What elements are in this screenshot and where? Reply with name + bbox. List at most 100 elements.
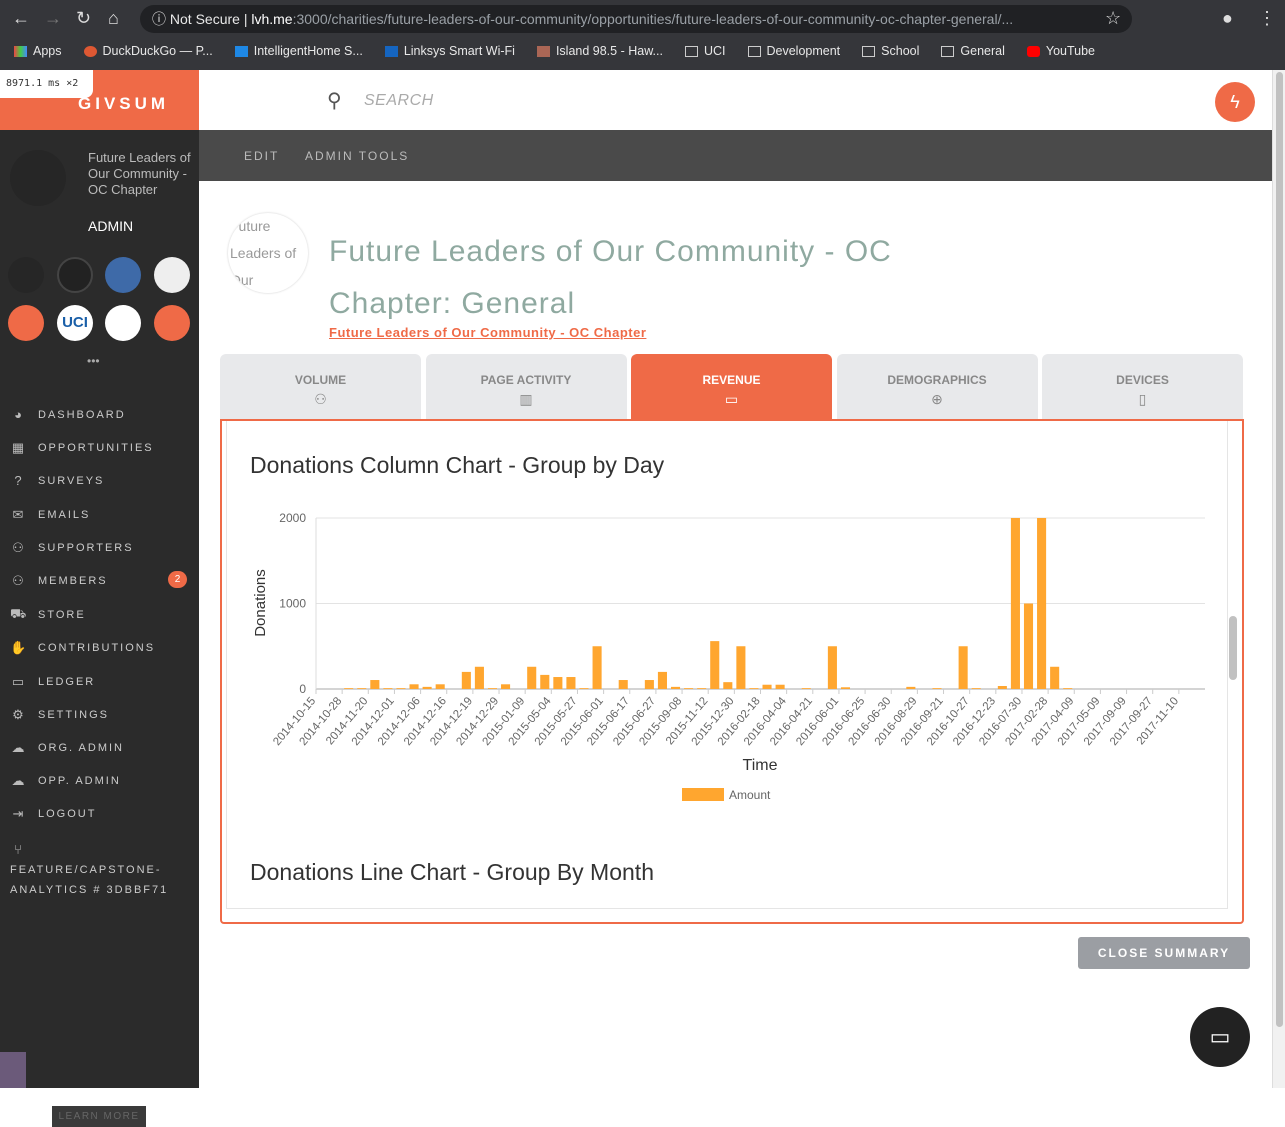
lightning-icon[interactable]: ϟ bbox=[1215, 82, 1255, 122]
org-role: ADMIN bbox=[88, 218, 134, 234]
sidebar-item-opportunities[interactable]: ▦ OPPORTUNITIES bbox=[10, 440, 154, 456]
column-chart-title: Donations Column Chart - Group by Day bbox=[250, 452, 665, 478]
building-icon: ▦ bbox=[11, 440, 27, 456]
tab-label: PAGE ACTIVITY bbox=[480, 373, 572, 387]
user-avatar[interactable] bbox=[0, 1052, 26, 1088]
scrollbar[interactable] bbox=[1272, 70, 1285, 1088]
org-link[interactable]: Future Leaders of Our Community - OC Cha… bbox=[329, 325, 646, 340]
bar bbox=[501, 684, 511, 689]
org-avatar[interactable] bbox=[10, 150, 66, 206]
bookmark-folder[interactable]: UCI bbox=[684, 44, 726, 58]
bookmark[interactable]: Linksys Smart Wi-Fi bbox=[384, 44, 515, 58]
mail-icon: ✉ bbox=[12, 506, 26, 522]
people-icon: ⚇ bbox=[12, 539, 26, 555]
sidebar-item-members[interactable]: ⚇ MEMBERS bbox=[10, 573, 108, 589]
org-avatar[interactable] bbox=[154, 257, 190, 293]
bars-icon: ▥ bbox=[519, 391, 533, 407]
sidebar-item-org-admin[interactable]: ☁ ORG. ADMIN bbox=[10, 740, 124, 756]
sidebar-item-logout[interactable]: ⇥ LOGOUT bbox=[10, 806, 96, 822]
bookmark-folder[interactable]: General bbox=[941, 44, 1005, 58]
org-avatar[interactable] bbox=[154, 305, 190, 341]
learn-more-button[interactable]: LEARN MORE bbox=[52, 1106, 146, 1127]
globe-icon: ⊕ bbox=[931, 391, 943, 407]
address-bar[interactable]: ⓘ Not Secure | lvh.me:3000/charities/fut… bbox=[140, 5, 1132, 33]
tab-devices[interactable]: DEVICES ▯ bbox=[1042, 354, 1243, 419]
sidebar-item-settings[interactable]: ⚙ SETTINGS bbox=[10, 707, 109, 723]
bookmark-folder[interactable]: Development bbox=[747, 44, 840, 58]
bar bbox=[932, 688, 942, 689]
tab-page-activity[interactable]: PAGE ACTIVITY ▥ bbox=[425, 354, 627, 419]
panel-scrollbar-thumb[interactable] bbox=[1229, 616, 1237, 680]
reload-icon[interactable]: ↻ bbox=[76, 8, 91, 29]
sidebar-item-label: OPP. ADMIN bbox=[38, 775, 121, 788]
bookmark[interactable]: IntelligentHome S... bbox=[234, 44, 363, 58]
bar bbox=[697, 688, 707, 689]
menu-icon[interactable]: ⋮ bbox=[1258, 8, 1276, 29]
tab-volume[interactable]: VOLUME ⚇ bbox=[220, 354, 421, 419]
sidebar-item-store[interactable]: ⛟ STORE bbox=[10, 606, 86, 624]
back-icon[interactable]: ← bbox=[12, 8, 30, 29]
star-icon[interactable]: ☆ bbox=[1105, 8, 1121, 29]
sidebar-item-label: SUPPORTERS bbox=[38, 541, 134, 554]
sidebar-item-dashboard[interactable]: ◕ DASHBOARD bbox=[10, 407, 126, 422]
timer-overlay: 8971.1 ms ×2 bbox=[0, 70, 93, 98]
tab-demographics[interactable]: DEMOGRAPHICS ⊕ bbox=[836, 354, 1038, 419]
bookmark-apps[interactable]: Apps bbox=[14, 44, 62, 58]
bar bbox=[723, 682, 733, 689]
bar bbox=[344, 688, 354, 689]
forward-icon[interactable]: → bbox=[44, 8, 62, 29]
card-icon: ▭ bbox=[11, 673, 27, 689]
y-tick-label: 1000 bbox=[279, 597, 306, 611]
scrollbar-thumb[interactable] bbox=[1276, 72, 1283, 1027]
sidebar-item-label: STORE bbox=[38, 609, 86, 622]
bar bbox=[827, 646, 837, 689]
org-avatar[interactable] bbox=[105, 257, 141, 293]
bar bbox=[670, 686, 681, 689]
bar bbox=[540, 674, 550, 689]
top-bar: ⚲ SEARCH ϟ bbox=[199, 70, 1272, 130]
close-summary-button[interactable]: CLOSE SUMMARY bbox=[1078, 937, 1250, 969]
bar bbox=[553, 677, 563, 689]
org-avatar[interactable] bbox=[8, 257, 44, 293]
bar bbox=[357, 688, 367, 689]
chat-icon[interactable]: ▭ bbox=[1190, 1007, 1250, 1067]
members-count-badge: 2 bbox=[168, 571, 187, 588]
donations-column-chart: 0100020002014-10-152014-10-282014-11-202… bbox=[252, 511, 1205, 802]
bookmark[interactable]: Island 98.5 - Haw... bbox=[536, 44, 663, 58]
bookmark-folder[interactable]: School bbox=[862, 44, 919, 58]
chart-container: Donations Column Chart - Group by Day 0 1… bbox=[226, 421, 1228, 909]
more-orgs-button[interactable]: ••• bbox=[87, 354, 100, 368]
sidebar-item-feature-capstone-analytics-3dbbf71[interactable]: ⑂ FEATURE/CAPSTONE-ANALYTICS # 3DBBF71 bbox=[10, 840, 190, 900]
bar bbox=[1037, 518, 1047, 689]
org-avatar[interactable] bbox=[8, 305, 44, 341]
admin-tools-link[interactable]: ADMIN TOOLS bbox=[305, 149, 409, 163]
sidebar-item-emails[interactable]: ✉ EMAILS bbox=[10, 507, 90, 523]
sidebar-item-ledger[interactable]: ▭ LEDGER bbox=[10, 674, 95, 690]
bar bbox=[579, 688, 589, 689]
line-chart-title: Donations Line Chart - Group By Month bbox=[250, 859, 654, 885]
org-image: Future Leaders of Our bbox=[228, 213, 308, 293]
bookmark-youtube[interactable]: YouTube bbox=[1026, 44, 1095, 58]
sidebar-item-supporters[interactable]: ⚇ SUPPORTERS bbox=[10, 540, 134, 556]
tab-revenue[interactable]: REVENUE ▭ bbox=[631, 354, 832, 419]
bar bbox=[657, 671, 667, 689]
edit-link[interactable]: EDIT bbox=[244, 149, 279, 163]
org-avatar[interactable] bbox=[105, 305, 141, 341]
bookmark[interactable]: DuckDuckGo — P... bbox=[83, 44, 213, 58]
sidebar-item-opp-admin[interactable]: ☁ OPP. ADMIN bbox=[10, 773, 121, 789]
hand-icon: ✋ bbox=[10, 640, 29, 656]
search-icon[interactable]: ⚲ bbox=[327, 88, 342, 113]
card-icon: ▭ bbox=[724, 391, 739, 407]
home-icon[interactable]: ⌂ bbox=[108, 8, 119, 29]
org-avatar[interactable] bbox=[57, 257, 93, 293]
profile-icon[interactable]: ● bbox=[1222, 8, 1233, 29]
sidebar-item-surveys[interactable]: ? SURVEYS bbox=[10, 473, 104, 488]
org-avatar-uci[interactable]: UCI bbox=[57, 305, 93, 341]
sidebar-item-contributions[interactable]: ✋ CONTRIBUTIONS bbox=[10, 640, 155, 656]
bar bbox=[749, 688, 759, 689]
search-input[interactable]: SEARCH bbox=[364, 92, 434, 110]
sidebar-item-label: LOGOUT bbox=[38, 808, 97, 821]
bar bbox=[762, 684, 772, 689]
people-icon: ⚇ bbox=[12, 573, 26, 588]
bar bbox=[422, 686, 432, 689]
